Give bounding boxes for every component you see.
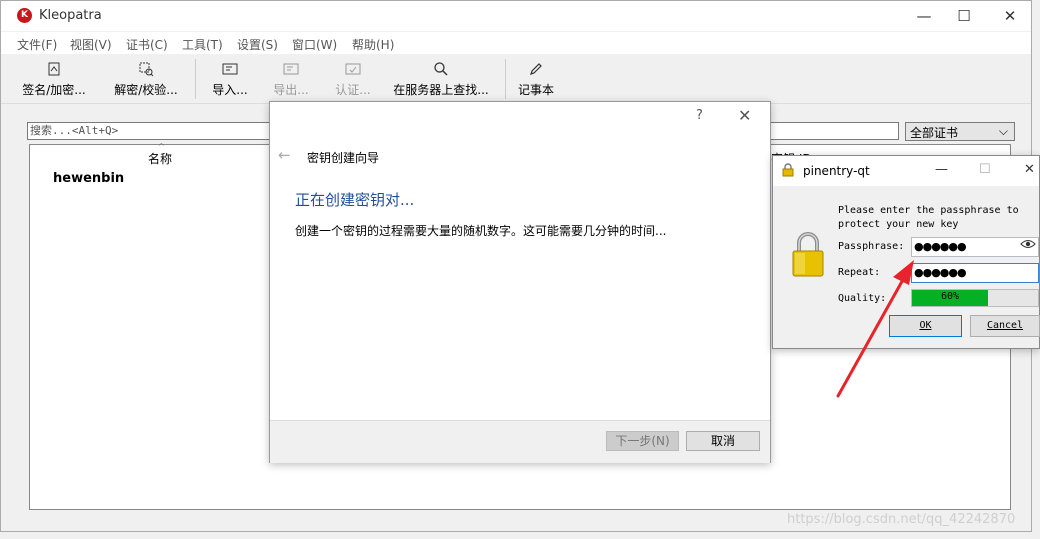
notepad-button[interactable]: 记事本: [516, 61, 556, 98]
table-row[interactable]: hewenbin: [53, 171, 124, 186]
key-creation-wizard-dialog: ? ✕ ← 密钥创建向导 正在创建密钥对... 创建一个密钥的过程需要大量的随机…: [269, 101, 771, 463]
decrypt-verify-button[interactable]: 解密/校验...: [110, 61, 182, 98]
pinentry-close-button[interactable]: ✕: [1024, 162, 1035, 177]
quality-percent-text: 60%: [940, 291, 960, 302]
wizard-heading: 正在创建密钥对...: [295, 191, 415, 209]
pinentry-title: pinentry-qt: [803, 164, 870, 178]
export-button[interactable]: 导出...: [267, 61, 315, 98]
minimize-button[interactable]: —: [909, 5, 939, 27]
pinentry-maximize-button[interactable]: ☐: [979, 162, 991, 177]
quality-progress-bar: 60%: [911, 289, 1039, 307]
next-button[interactable]: 下一步(N): [606, 431, 679, 451]
lock-icon: [782, 163, 794, 180]
eye-icon[interactable]: [1020, 238, 1036, 253]
wizard-cancel-button[interactable]: 取消: [686, 431, 760, 451]
close-button[interactable]: ✕: [995, 5, 1025, 27]
import-button[interactable]: 导入...: [206, 61, 254, 98]
lookup-on-server-button[interactable]: 在服务器上查找...: [389, 61, 493, 98]
certify-button[interactable]: 认证...: [329, 61, 377, 98]
menu-window[interactable]: 窗口(W): [292, 36, 337, 53]
toolbar-separator: [195, 59, 196, 99]
decrypt-verify-icon: [110, 61, 182, 81]
pinentry-title-bar: pinentry-qt — ☐ ✕: [773, 156, 1039, 186]
certify-icon: [329, 61, 377, 81]
back-arrow-icon[interactable]: ←: [278, 146, 291, 164]
export-icon: [267, 61, 315, 81]
toolbar-separator: [505, 59, 506, 99]
cancel-button[interactable]: Cancel: [970, 315, 1040, 337]
sign-encrypt-button[interactable]: 签名/加密...: [19, 61, 89, 98]
wizard-footer: 下一步(N) 取消: [270, 420, 770, 463]
menu-view[interactable]: 视图(V): [70, 36, 112, 53]
watermark: https://blog.csdn.net/qq_42242870: [787, 512, 1016, 527]
search-icon: [389, 61, 493, 81]
menu-tools[interactable]: 工具(T): [182, 36, 223, 53]
padlock-icon: [791, 230, 825, 278]
toolbar: 签名/加密... 解密/校验... 导入... 导出... 认证... 在服务器…: [1, 55, 1031, 104]
wizard-title: 密钥创建向导: [307, 151, 380, 165]
repeat-label: Repeat:: [838, 267, 881, 278]
chevron-down-icon: ⌵: [998, 124, 1008, 138]
wizard-close-button[interactable]: ✕: [738, 106, 751, 125]
menu-bar: 文件(F) 视图(V) 证书(C) 工具(T) 设置(S) 窗口(W) 帮助(H…: [1, 32, 1031, 54]
pinentry-message-line1: Please enter the passphrase to: [838, 205, 1019, 216]
wizard-description: 创建一个密钥的过程需要大量的随机数字。这可能需要几分钟的时间...: [295, 224, 667, 238]
sign-encrypt-icon: [19, 61, 89, 81]
pinentry-message-line2: protect your new key: [838, 219, 959, 230]
menu-file[interactable]: 文件(F): [17, 36, 57, 53]
menu-help[interactable]: 帮助(H): [352, 36, 394, 53]
title-bar: K Kleopatra — ☐ ✕: [1, 1, 1031, 31]
kleopatra-logo-icon: K: [17, 8, 32, 23]
menu-certificates[interactable]: 证书(C): [126, 36, 168, 53]
pinentry-dialog: pinentry-qt — ☐ ✕ Please enter the passp…: [772, 155, 1040, 349]
repeat-passphrase-input[interactable]: ●●●●●●: [911, 263, 1039, 283]
pencil-icon: [516, 61, 556, 81]
window-title: Kleopatra: [39, 8, 102, 23]
ok-button[interactable]: OK: [889, 315, 962, 337]
passphrase-label: Passphrase:: [838, 241, 905, 252]
quality-label: Quality:: [838, 293, 887, 304]
maximize-button[interactable]: ☐: [949, 5, 979, 27]
certificate-filter-select[interactable]: 全部证书 ⌵: [905, 122, 1015, 141]
help-button[interactable]: ?: [696, 108, 703, 123]
import-icon: [206, 61, 254, 81]
pinentry-minimize-button[interactable]: —: [935, 162, 948, 177]
menu-settings[interactable]: 设置(S): [237, 36, 278, 53]
column-header-name[interactable]: 名称: [148, 150, 172, 167]
